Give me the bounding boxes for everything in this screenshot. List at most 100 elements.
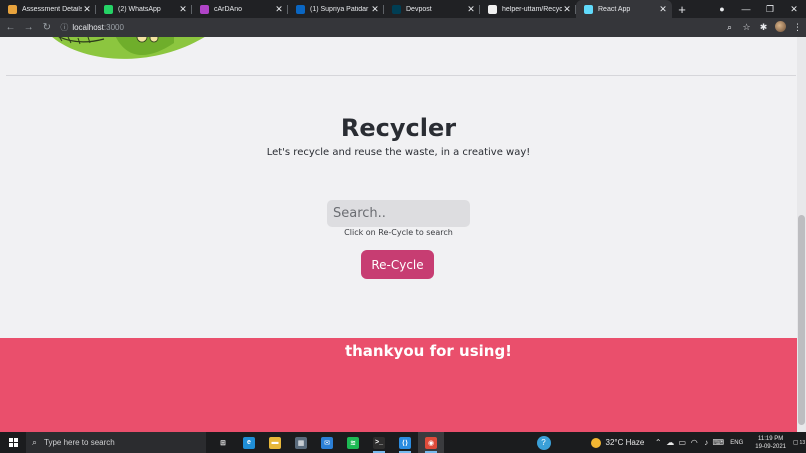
vscode-icon: ⟨⟩: [399, 436, 411, 449]
taskbar-app[interactable]: ▬: [262, 432, 288, 453]
taskbar-apps: ⊞ e ▬ ▦ ✉ ≋ >_ ⟨⟩ ◉: [210, 432, 444, 453]
tab-title: cArDAno: [214, 5, 243, 13]
taskbar-app[interactable]: >_: [366, 432, 392, 453]
terminal-icon: >_: [373, 436, 385, 449]
browser-tab[interactable]: helper-uttam/Recycler✕: [480, 0, 576, 18]
spotify-icon: ≋: [347, 436, 359, 449]
tab-title: React App: [598, 5, 631, 13]
page-scrollbar[interactable]: [797, 37, 806, 432]
tab-title: (2) WhatsApp: [118, 5, 161, 13]
wifi-icon[interactable]: ◠: [688, 438, 700, 447]
cloud-icon[interactable]: ☁: [664, 438, 676, 447]
taskbar-app[interactable]: ▦: [288, 432, 314, 453]
zoom-icon[interactable]: ⌕: [721, 22, 738, 33]
page-subtitle: Let's recycle and reuse the waste, in a …: [266, 147, 531, 158]
url-port: :3000: [103, 23, 124, 32]
site-info-icon[interactable]: ⓘ: [60, 22, 72, 33]
sun-icon: [590, 437, 601, 448]
chevron-up-icon[interactable]: ⌃: [652, 438, 664, 447]
clock[interactable]: 11:19 PM 19-09-2021: [755, 435, 786, 451]
windows-logo-icon: [8, 438, 18, 447]
taskbar-app[interactable]: ◉: [418, 432, 444, 453]
task-view-icon: ⊞: [217, 436, 229, 449]
system-tray: ? 32°C Haze ⌃ ☁ ▭ ◠ ♪ ⌨ ENG 11:19 PM 19-…: [536, 432, 806, 453]
search-hint: Click on Re-Cycle to search: [344, 228, 453, 237]
windows-taskbar: ⌕ Type here to search ⊞ e ▬ ▦ ✉ ≋ >_ ⟨⟩ ◉ ? 32°C…: [0, 432, 806, 453]
page-viewport: Recycler Let's recycle and reuse the was…: [0, 37, 806, 432]
browser-tab[interactable]: Devpost ✕: [384, 0, 480, 18]
keyboard-icon[interactable]: ⌨: [712, 438, 725, 447]
tab-close-icon[interactable]: ✕: [370, 4, 380, 15]
linkedin-icon: [296, 4, 305, 14]
mail-icon: ✉: [321, 436, 333, 449]
close-window-icon[interactable]: ✕: [782, 4, 806, 15]
battery-icon[interactable]: ▭: [676, 438, 688, 447]
github-icon: [488, 4, 497, 14]
scrollbar-thumb[interactable]: [798, 215, 805, 425]
browser-tab-strip: Assessment Details an✕(2) WhatsApp✕cArDA…: [0, 0, 806, 18]
assessment-icon: [8, 4, 17, 14]
tab-title: helper-uttam/Recycler: [502, 5, 562, 13]
extensions-icon[interactable]: ✱: [755, 22, 772, 33]
devpost-icon: [392, 4, 401, 14]
footer: thankyou for using!: [0, 338, 797, 432]
calculator-icon: ▦: [295, 436, 307, 449]
tab-close-icon[interactable]: ✕: [466, 4, 476, 15]
weather-text: 32°C Haze: [605, 438, 645, 447]
taskbar-search[interactable]: ⌕ Type here to search: [26, 432, 206, 453]
back-arrow-icon[interactable]: ←: [3, 20, 18, 36]
tab-close-icon[interactable]: ✕: [82, 4, 92, 15]
minimize-icon[interactable]: —: [734, 4, 758, 14]
taskbar-app[interactable]: e: [236, 432, 262, 453]
bookmark-star-icon[interactable]: ☆: [738, 22, 755, 33]
window-controls: ● — ❐ ✕: [710, 0, 806, 18]
volume-icon[interactable]: ♪: [700, 438, 712, 447]
chrome-icon: ◉: [425, 436, 437, 449]
browser-menu-icon[interactable]: ⋮: [789, 22, 806, 33]
main-content: Recycler Let's recycle and reuse the was…: [0, 37, 797, 337]
address-bar[interactable]: ⓘ localhost:3000: [60, 20, 721, 35]
footer-text: thankyou for using!: [344, 342, 513, 360]
tab-close-icon[interactable]: ✕: [274, 4, 284, 15]
weather-widget[interactable]: 32°C Haze: [590, 437, 645, 448]
url-host: localhost: [72, 23, 104, 32]
tab-close-icon[interactable]: ✕: [178, 4, 188, 15]
file-explorer-icon: ▬: [269, 436, 281, 449]
tab-title: (1) Supriya Patidar | Li: [310, 5, 370, 13]
taskbar-search-placeholder: Type here to search: [44, 438, 115, 447]
browser-tab[interactable]: React App ✕: [576, 0, 672, 18]
edge-icon: e: [243, 436, 255, 449]
clock-date: 19-09-2021: [755, 443, 786, 450]
browser-tab[interactable]: Assessment Details an✕: [0, 0, 96, 18]
recycle-button[interactable]: Re-Cycle: [361, 250, 434, 279]
start-button[interactable]: [0, 432, 26, 453]
cardano-icon: [200, 4, 209, 14]
search-input[interactable]: [327, 200, 470, 227]
browser-tab[interactable]: (1) Supriya Patidar | Li✕: [288, 0, 384, 18]
tab-title: Devpost: [406, 5, 432, 13]
taskbar-app[interactable]: ⟨⟩: [392, 432, 418, 453]
help-icon[interactable]: ?: [536, 435, 551, 450]
clock-time: 11:19 PM: [758, 435, 784, 442]
new-tab-icon[interactable]: +: [672, 0, 692, 18]
notification-icon[interactable]: ▢ 13: [792, 432, 806, 453]
tab-title: Assessment Details an: [22, 5, 82, 13]
whatsapp-icon: [104, 4, 113, 14]
taskbar-app[interactable]: ≋: [340, 432, 366, 453]
browser-tab[interactable]: cArDAno ✕: [192, 0, 288, 18]
tab-close-icon[interactable]: ✕: [658, 4, 668, 15]
reload-icon[interactable]: ↻: [39, 20, 54, 36]
language-indicator[interactable]: ENG: [730, 440, 743, 446]
tab-close-icon[interactable]: ✕: [562, 4, 572, 15]
taskbar-app[interactable]: ⊞: [210, 432, 236, 453]
taskbar-app[interactable]: ✉: [314, 432, 340, 453]
profile-avatar[interactable]: [772, 21, 789, 34]
media-control-icon[interactable]: ●: [710, 4, 734, 14]
forward-arrow-icon[interactable]: →: [21, 20, 36, 36]
browser-tab[interactable]: (2) WhatsApp ✕: [96, 0, 192, 18]
notification-count: 13: [799, 439, 806, 446]
browser-toolbar: ← → ↻ ⓘ localhost:3000 ⌕ ☆ ✱ ⋮: [0, 18, 806, 37]
maximize-icon[interactable]: ❐: [758, 4, 782, 15]
page-title: Recycler: [340, 114, 457, 142]
search-icon: ⌕: [32, 437, 38, 447]
